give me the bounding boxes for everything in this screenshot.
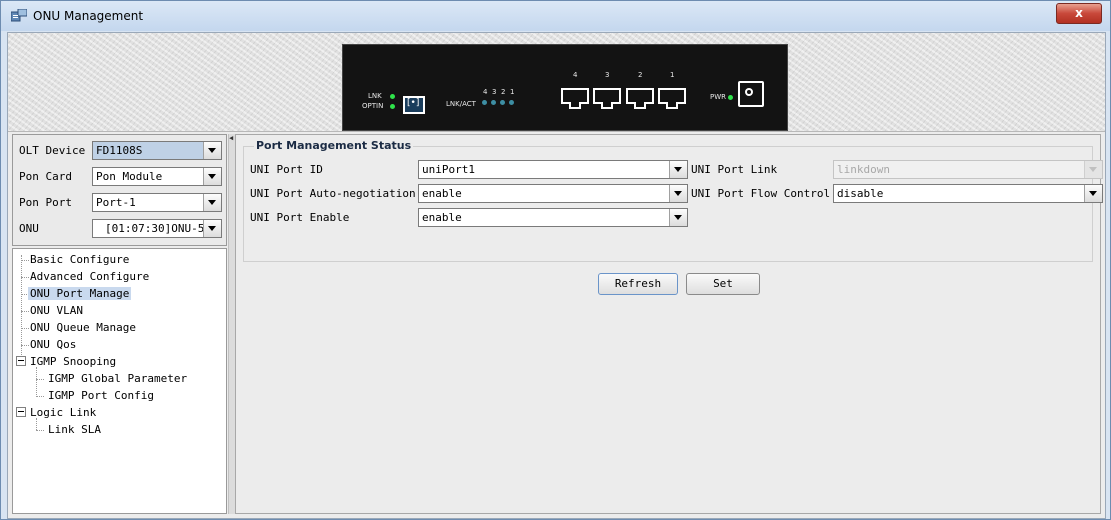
power-port-icon	[738, 81, 764, 107]
tree-item-igmp-snooping[interactable]: IGMP Snooping	[30, 355, 116, 368]
chevron-down-icon[interactable]	[203, 194, 221, 211]
tree-item-onu-vlan[interactable]: ONU VLAN	[30, 304, 83, 317]
chevron-down-icon[interactable]	[669, 185, 687, 202]
left-panel: OLT Device FD1108S Pon Card Pon Module P…	[12, 134, 227, 514]
port-number-3: 3	[605, 71, 610, 79]
collapse-icon[interactable]	[16, 356, 26, 366]
led-number-4: 4	[483, 88, 488, 96]
uni-port-link-label: UNI Port Link	[691, 163, 778, 176]
led-number-3: 3	[492, 88, 497, 96]
led-number-2: 2	[501, 88, 506, 96]
chevron-down-icon[interactable]	[203, 220, 221, 237]
tree-item-onu-port-manage[interactable]: ONU Port Manage	[28, 287, 132, 300]
auto-negotiation-select[interactable]: enable	[418, 184, 688, 203]
port-number-2: 2	[638, 71, 643, 79]
auto-negotiation-label: UNI Port Auto-negotiation	[250, 187, 416, 200]
collapse-icon[interactable]	[16, 407, 26, 417]
title-bar[interactable]: ONU Management x	[1, 1, 1110, 31]
ethernet-port-icon	[626, 88, 654, 109]
tree-item-basic-configure[interactable]: Basic Configure	[30, 253, 129, 266]
onu-management-window: ONU Management x LNK OPTIN [•] 4 3 2 1 L…	[0, 0, 1111, 520]
optin-label: OPTIN	[362, 102, 384, 110]
lnk-label: LNK	[368, 92, 382, 100]
device-selector-panel: OLT Device FD1108S Pon Card Pon Module P…	[12, 134, 227, 246]
uni-port-id-label: UNI Port ID	[250, 163, 323, 176]
tree-item-logic-link[interactable]: Logic Link	[30, 406, 96, 419]
collapse-arrow-icon[interactable]: ◀	[229, 134, 233, 142]
port-number-1: 1	[670, 71, 675, 79]
pwr-label: PWR	[710, 93, 727, 101]
navigation-tree: Basic Configure Advanced Configure ONU P…	[12, 248, 227, 514]
chevron-down-icon[interactable]	[203, 168, 221, 185]
chevron-down-icon[interactable]	[1084, 185, 1102, 202]
olt-device-label: OLT Device	[19, 144, 86, 157]
tree-item-link-sla[interactable]: Link SLA	[48, 423, 101, 436]
device-banner: LNK OPTIN [•] 4 3 2 1 LNK/ACT 4 3 2 1 PW…	[8, 33, 1105, 132]
chevron-down-icon	[1084, 161, 1102, 178]
port-enable-select[interactable]: enable	[418, 208, 688, 227]
port-management-status-group: Port Management Status UNI Port ID uniPo…	[243, 139, 1103, 262]
pwr-led	[728, 95, 733, 100]
ethernet-port-icon	[593, 88, 621, 109]
group-title: Port Management Status	[254, 139, 414, 152]
tree-item-advanced-configure[interactable]: Advanced Configure	[30, 270, 149, 283]
pon-port-label: Pon Port	[19, 196, 72, 209]
olt-device-select[interactable]: FD1108S	[92, 141, 222, 160]
client-area: LNK OPTIN [•] 4 3 2 1 LNK/ACT 4 3 2 1 PW…	[7, 32, 1106, 519]
refresh-button[interactable]: Refresh	[598, 273, 678, 295]
tree-item-onu-qos[interactable]: ONU Qos	[30, 338, 76, 351]
pon-port-select[interactable]: Port-1	[92, 193, 222, 212]
app-icon	[11, 9, 27, 22]
optical-port-icon: [•]	[403, 96, 425, 114]
onu-label: ONU	[19, 222, 39, 235]
port-management-panel: Port Management Status UNI Port ID uniPo…	[235, 134, 1103, 514]
tree-item-onu-queue-manage[interactable]: ONU Queue Manage	[30, 321, 136, 334]
port-enable-label: UNI Port Enable	[250, 211, 350, 224]
pon-card-label: Pon Card	[19, 170, 72, 183]
chevron-down-icon[interactable]	[669, 209, 687, 226]
chevron-down-icon[interactable]	[669, 161, 687, 178]
chevron-down-icon[interactable]	[203, 142, 221, 159]
port-number-4: 4	[573, 71, 578, 79]
lnkact-led-1	[509, 100, 514, 105]
onu-select[interactable]: [01:07:30]ONU-5	[92, 219, 222, 238]
window-title: ONU Management	[33, 9, 144, 23]
flow-control-label: UNI Port Flow Control	[691, 187, 831, 200]
split-pane-divider[interactable]: ◀	[228, 134, 235, 514]
lnkact-led-2	[500, 100, 505, 105]
tree-item-igmp-global-parameter[interactable]: IGMP Global Parameter	[48, 372, 187, 385]
device-front-panel: LNK OPTIN [•] 4 3 2 1 LNK/ACT 4 3 2 1 PW…	[342, 44, 788, 131]
ethernet-port-icon	[561, 88, 589, 109]
optin-led	[390, 104, 395, 109]
lnkact-led-3	[491, 100, 496, 105]
flow-control-select[interactable]: disable	[833, 184, 1103, 203]
led-number-1: 1	[510, 88, 515, 96]
pon-card-select[interactable]: Pon Module	[92, 167, 222, 186]
close-button[interactable]: x	[1056, 3, 1102, 24]
lnkact-label: LNK/ACT	[446, 100, 476, 108]
lnk-led	[390, 94, 395, 99]
uni-port-id-select[interactable]: uniPort1	[418, 160, 688, 179]
set-button[interactable]: Set	[686, 273, 760, 295]
ethernet-port-icon	[658, 88, 686, 109]
uni-port-link-select: linkdown	[833, 160, 1103, 179]
tree-item-igmp-port-config[interactable]: IGMP Port Config	[48, 389, 154, 402]
lnkact-led-4	[482, 100, 487, 105]
